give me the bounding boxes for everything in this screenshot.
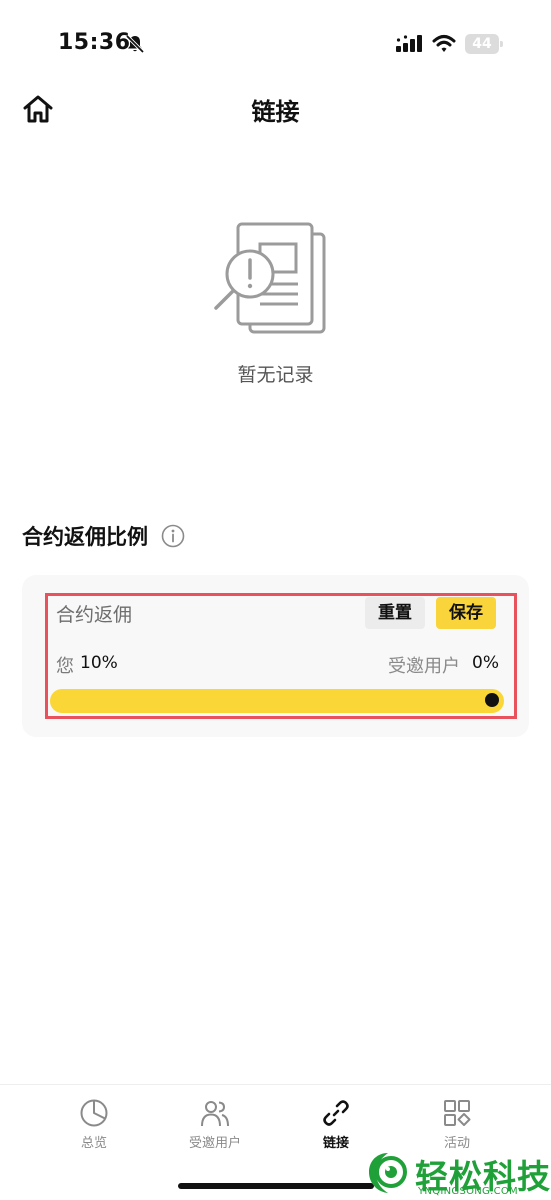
tab-label: 链接	[322, 1136, 349, 1151]
you-label: 您	[56, 656, 74, 677]
section-title: 合约返佣比例	[22, 525, 148, 549]
rebate-slider-thumb[interactable]	[485, 693, 499, 707]
empty-state-text: 暂无记录	[237, 364, 314, 386]
page-title: 链接	[251, 98, 300, 126]
tab-label: 总览	[80, 1136, 107, 1151]
link-icon	[323, 1100, 349, 1126]
battery-icon: 44	[465, 34, 499, 54]
watermark-logo-icon	[369, 1153, 407, 1193]
tab-link[interactable]: 链接	[286, 1098, 386, 1151]
contract-rebate-label: 合约返佣	[56, 604, 133, 626]
tab-label: 受邀用户	[188, 1136, 241, 1151]
users-icon	[201, 1101, 229, 1127]
battery-nub	[500, 41, 503, 47]
info-icon[interactable]	[161, 524, 185, 548]
apps-icon	[444, 1100, 471, 1126]
no-records-icon	[214, 222, 326, 334]
bell-muted-icon	[125, 34, 145, 54]
tab-activity[interactable]: 活动	[407, 1098, 507, 1151]
wifi-icon	[432, 35, 456, 52]
home-indicator	[178, 1183, 374, 1189]
you-percent: 10%	[80, 653, 118, 673]
reset-button[interactable]: 重置	[365, 597, 425, 629]
pie-chart-icon	[80, 1099, 108, 1127]
rebate-slider-track[interactable]	[50, 689, 504, 713]
signal-icon	[396, 35, 422, 52]
watermark-subtext: YNQINGSONG.COM	[418, 1186, 518, 1197]
tab-invited-users[interactable]: 受邀用户	[165, 1098, 265, 1151]
invited-user-label: 受邀用户	[388, 656, 460, 677]
tab-overview[interactable]: 总览	[44, 1098, 144, 1151]
battery-level: 44	[472, 36, 492, 52]
tabbar-divider	[0, 1084, 551, 1085]
invited-user-percent: 0%	[472, 653, 499, 673]
tab-label: 活动	[443, 1136, 470, 1151]
status-time: 15:36	[58, 30, 131, 55]
save-button[interactable]: 保存	[436, 597, 496, 629]
